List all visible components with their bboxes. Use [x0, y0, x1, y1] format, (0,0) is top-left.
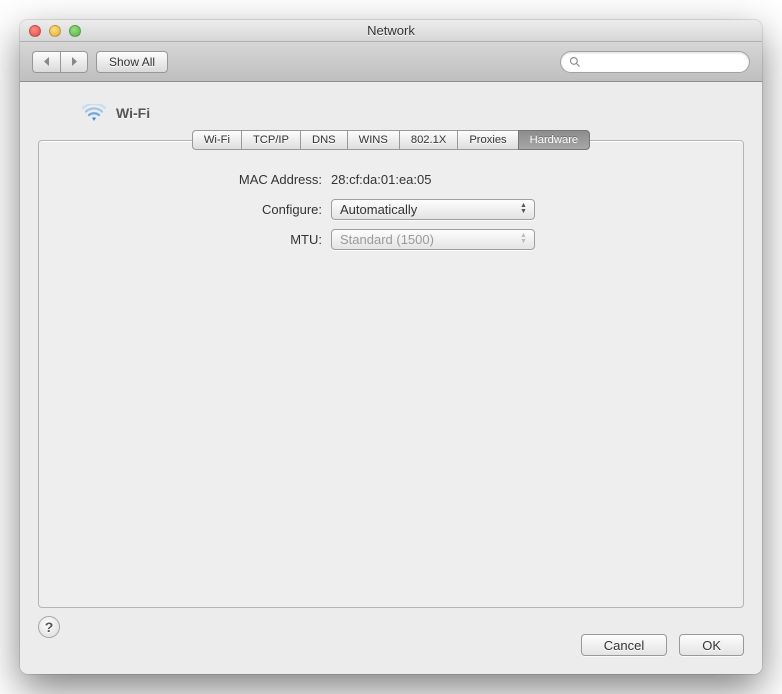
- mtu-label: MTU:: [39, 232, 331, 247]
- window-title: Network: [20, 23, 762, 38]
- mac-address-label: MAC Address:: [39, 172, 331, 187]
- forward-button[interactable]: [60, 51, 88, 73]
- mtu-dropdown: Standard (1500) ▲▼: [331, 229, 535, 250]
- window: Network Show All: [20, 20, 762, 674]
- tab-wifi[interactable]: Wi-Fi: [192, 130, 241, 150]
- nav-buttons: [32, 51, 88, 73]
- tab-hardware[interactable]: Hardware: [518, 130, 591, 150]
- dropdown-arrows-icon: ▲▼: [516, 232, 531, 247]
- search-field[interactable]: [560, 51, 750, 73]
- hardware-form: MAC Address: 28:cf:da:01:ea:05 Configure…: [39, 167, 743, 251]
- sheet-header: Wi-Fi: [38, 96, 744, 130]
- zoom-window-button[interactable]: [69, 25, 81, 37]
- search-input[interactable]: [586, 55, 741, 69]
- minimize-window-button[interactable]: [49, 25, 61, 37]
- content-area: Wi-Fi Wi-Fi TCP/IP DNS WINS 802.1X Proxi…: [20, 82, 762, 674]
- ok-button[interactable]: OK: [679, 634, 744, 656]
- titlebar: Network: [20, 20, 762, 42]
- mac-address-value: 28:cf:da:01:ea:05: [331, 172, 431, 187]
- mtu-value: Standard (1500): [340, 232, 434, 247]
- tab-8021x[interactable]: 802.1X: [399, 130, 457, 150]
- mtu-row: MTU: Standard (1500) ▲▼: [39, 227, 653, 251]
- mac-address-row: MAC Address: 28:cf:da:01:ea:05: [39, 167, 653, 191]
- tab-tcpip[interactable]: TCP/IP: [241, 130, 300, 150]
- tab-dns[interactable]: DNS: [300, 130, 347, 150]
- configure-value: Automatically: [340, 202, 417, 217]
- tab-bar: Wi-Fi TCP/IP DNS WINS 802.1X Proxies Har…: [38, 130, 744, 150]
- configure-dropdown[interactable]: Automatically ▲▼: [331, 199, 535, 220]
- configure-row: Configure: Automatically ▲▼: [39, 197, 653, 221]
- tab-proxies[interactable]: Proxies: [457, 130, 517, 150]
- dialog-buttons: Cancel OK: [581, 634, 744, 656]
- close-window-button[interactable]: [29, 25, 41, 37]
- show-all-button[interactable]: Show All: [96, 51, 168, 73]
- search-icon: [569, 56, 581, 68]
- configure-label: Configure:: [39, 202, 331, 217]
- tab-wins[interactable]: WINS: [347, 130, 399, 150]
- dropdown-arrows-icon: ▲▼: [516, 202, 531, 217]
- help-button[interactable]: ?: [38, 616, 60, 638]
- wifi-icon: [82, 104, 106, 122]
- sheet-title: Wi-Fi: [116, 105, 150, 121]
- sheet-panel: MAC Address: 28:cf:da:01:ea:05 Configure…: [38, 140, 744, 608]
- back-button[interactable]: [32, 51, 60, 73]
- toolbar: Show All: [20, 42, 762, 82]
- cancel-button[interactable]: Cancel: [581, 634, 667, 656]
- traffic-lights: [20, 25, 81, 37]
